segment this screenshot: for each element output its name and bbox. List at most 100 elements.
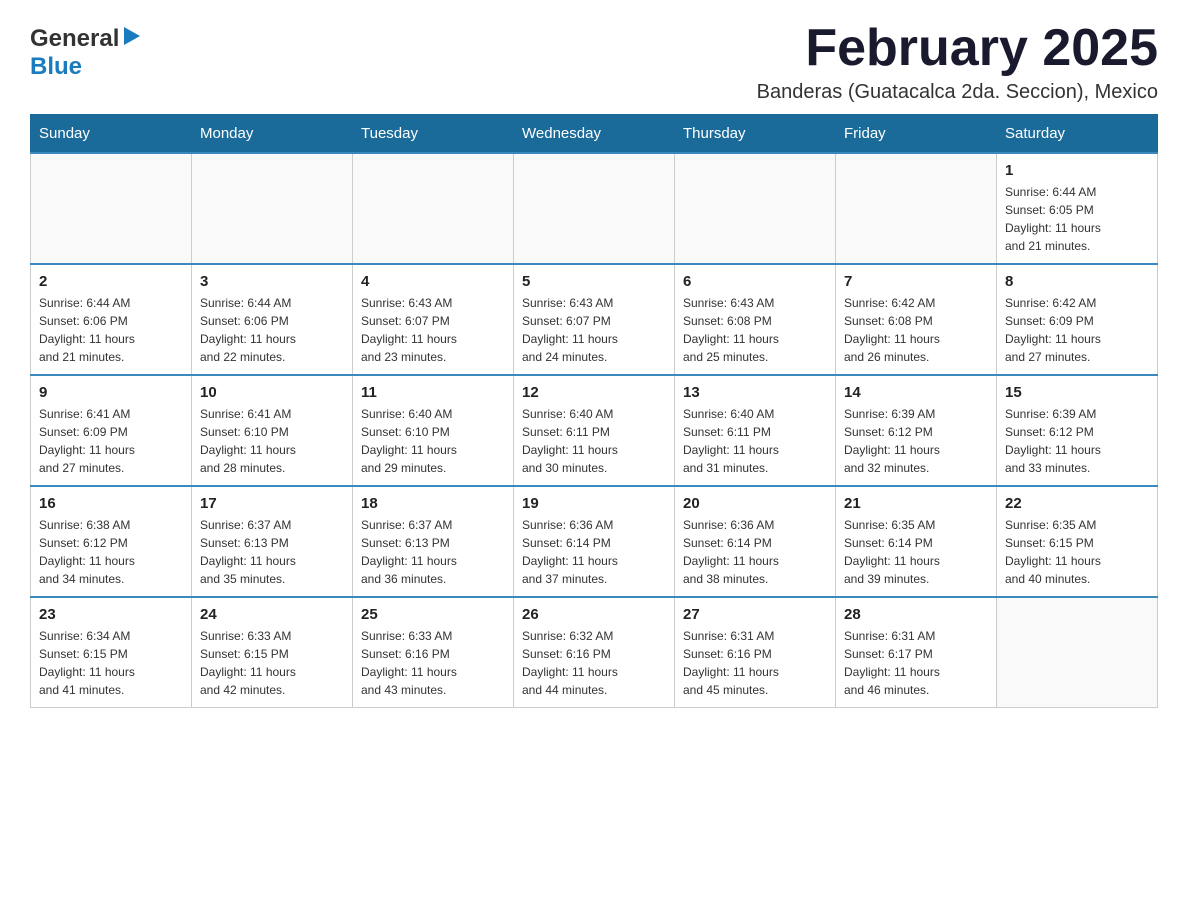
day-info: Sunrise: 6:32 AM Sunset: 6:16 PM Dayligh… xyxy=(522,627,666,699)
calendar: SundayMondayTuesdayWednesdayThursdayFrid… xyxy=(30,114,1158,708)
day-number: 10 xyxy=(200,384,344,401)
day-info: Sunrise: 6:33 AM Sunset: 6:16 PM Dayligh… xyxy=(361,627,505,699)
calendar-cell: 4 Sunrise: 6:43 AM Sunset: 6:07 PM Daylig… xyxy=(353,264,514,375)
day-number: 25 xyxy=(361,606,505,623)
day-number: 20 xyxy=(683,495,827,512)
calendar-cell: 9 Sunrise: 6:41 AM Sunset: 6:09 PM Daylig… xyxy=(31,375,192,486)
header: General Blue February 2025 Banderas (Gua… xyxy=(30,20,1158,104)
calendar-cell: 11 Sunrise: 6:40 AM Sunset: 6:10 PM Dayli… xyxy=(353,375,514,486)
day-info: Sunrise: 6:33 AM Sunset: 6:15 PM Dayligh… xyxy=(200,627,344,699)
day-info: Sunrise: 6:42 AM Sunset: 6:08 PM Dayligh… xyxy=(844,294,988,366)
calendar-cell: 14 Sunrise: 6:39 AM Sunset: 6:12 PM Dayli… xyxy=(836,375,997,486)
logo-general-text: General xyxy=(30,25,119,53)
calendar-cell xyxy=(31,153,192,264)
day-info: Sunrise: 6:37 AM Sunset: 6:13 PM Dayligh… xyxy=(200,516,344,588)
day-info: Sunrise: 6:43 AM Sunset: 6:07 PM Dayligh… xyxy=(522,294,666,366)
calendar-week-5: 23 Sunrise: 6:34 AM Sunset: 6:15 PM Dayli… xyxy=(31,597,1158,708)
logo-arrow-icon xyxy=(122,27,140,50)
day-info: Sunrise: 6:44 AM Sunset: 6:06 PM Dayligh… xyxy=(39,294,183,366)
calendar-cell xyxy=(353,153,514,264)
day-number: 14 xyxy=(844,384,988,401)
day-info: Sunrise: 6:35 AM Sunset: 6:15 PM Dayligh… xyxy=(1005,516,1149,588)
calendar-cell xyxy=(997,597,1158,708)
day-info: Sunrise: 6:41 AM Sunset: 6:09 PM Dayligh… xyxy=(39,405,183,477)
day-number: 27 xyxy=(683,606,827,623)
day-info: Sunrise: 6:44 AM Sunset: 6:06 PM Dayligh… xyxy=(200,294,344,366)
calendar-cell: 22 Sunrise: 6:35 AM Sunset: 6:15 PM Dayli… xyxy=(997,486,1158,597)
day-info: Sunrise: 6:40 AM Sunset: 6:10 PM Dayligh… xyxy=(361,405,505,477)
day-info: Sunrise: 6:39 AM Sunset: 6:12 PM Dayligh… xyxy=(844,405,988,477)
col-header-saturday: Saturday xyxy=(997,115,1158,154)
calendar-cell: 19Sunrise: 6:36 AM Sunset: 6:14 PM Dayli… xyxy=(514,486,675,597)
day-number: 5 xyxy=(522,273,666,290)
day-number: 23 xyxy=(39,606,183,623)
day-number: 16 xyxy=(39,495,183,512)
day-number: 7 xyxy=(844,273,988,290)
day-info: Sunrise: 6:31 AM Sunset: 6:17 PM Dayligh… xyxy=(844,627,988,699)
calendar-cell: 2 Sunrise: 6:44 AM Sunset: 6:06 PM Daylig… xyxy=(31,264,192,375)
calendar-cell: 12 Sunrise: 6:40 AM Sunset: 6:11 PM Dayli… xyxy=(514,375,675,486)
col-header-sunday: Sunday xyxy=(31,115,192,154)
calendar-cell: 18 Sunrise: 6:37 AM Sunset: 6:13 PM Dayli… xyxy=(353,486,514,597)
calendar-cell: 27 Sunrise: 6:31 AM Sunset: 6:16 PM Dayli… xyxy=(675,597,836,708)
calendar-cell: 13 Sunrise: 6:40 AM Sunset: 6:11 PM Dayli… xyxy=(675,375,836,486)
logo-blue-text: Blue xyxy=(30,53,82,80)
day-number: 2 xyxy=(39,273,183,290)
day-number: 12 xyxy=(522,384,666,401)
calendar-cell: 21Sunrise: 6:35 AM Sunset: 6:14 PM Dayli… xyxy=(836,486,997,597)
day-number: 28 xyxy=(844,606,988,623)
day-info: Sunrise: 6:36 AM Sunset: 6:14 PM Dayligh… xyxy=(522,516,666,588)
day-info: Sunrise: 6:43 AM Sunset: 6:08 PM Dayligh… xyxy=(683,294,827,366)
day-info: Sunrise: 6:40 AM Sunset: 6:11 PM Dayligh… xyxy=(683,405,827,477)
day-info: Sunrise: 6:41 AM Sunset: 6:10 PM Dayligh… xyxy=(200,405,344,477)
calendar-cell: 23 Sunrise: 6:34 AM Sunset: 6:15 PM Dayli… xyxy=(31,597,192,708)
day-number: 4 xyxy=(361,273,505,290)
logo: General Blue xyxy=(30,20,140,81)
day-info: Sunrise: 6:37 AM Sunset: 6:13 PM Dayligh… xyxy=(361,516,505,588)
calendar-cell xyxy=(192,153,353,264)
day-info: Sunrise: 6:38 AM Sunset: 6:12 PM Dayligh… xyxy=(39,516,183,588)
col-header-tuesday: Tuesday xyxy=(353,115,514,154)
day-number: 18 xyxy=(361,495,505,512)
day-info: Sunrise: 6:40 AM Sunset: 6:11 PM Dayligh… xyxy=(522,405,666,477)
day-info: Sunrise: 6:43 AM Sunset: 6:07 PM Dayligh… xyxy=(361,294,505,366)
calendar-cell: 24 Sunrise: 6:33 AM Sunset: 6:15 PM Dayli… xyxy=(192,597,353,708)
day-number: 13 xyxy=(683,384,827,401)
calendar-cell xyxy=(514,153,675,264)
col-header-monday: Monday xyxy=(192,115,353,154)
calendar-week-1: 1Sunrise: 6:44 AM Sunset: 6:05 PM Daylig… xyxy=(31,153,1158,264)
day-info: Sunrise: 6:34 AM Sunset: 6:15 PM Dayligh… xyxy=(39,627,183,699)
calendar-cell: 17Sunrise: 6:37 AM Sunset: 6:13 PM Dayli… xyxy=(192,486,353,597)
calendar-cell: 8 Sunrise: 6:42 AM Sunset: 6:09 PM Daylig… xyxy=(997,264,1158,375)
col-header-thursday: Thursday xyxy=(675,115,836,154)
calendar-cell: 26 Sunrise: 6:32 AM Sunset: 6:16 PM Dayli… xyxy=(514,597,675,708)
calendar-header-row: SundayMondayTuesdayWednesdayThursdayFrid… xyxy=(31,115,1158,154)
calendar-cell: 16 Sunrise: 6:38 AM Sunset: 6:12 PM Dayli… xyxy=(31,486,192,597)
day-number: 11 xyxy=(361,384,505,401)
calendar-cell: 25 Sunrise: 6:33 AM Sunset: 6:16 PM Dayli… xyxy=(353,597,514,708)
day-info: Sunrise: 6:39 AM Sunset: 6:12 PM Dayligh… xyxy=(1005,405,1149,477)
day-info: Sunrise: 6:42 AM Sunset: 6:09 PM Dayligh… xyxy=(1005,294,1149,366)
calendar-week-4: 16 Sunrise: 6:38 AM Sunset: 6:12 PM Dayli… xyxy=(31,486,1158,597)
day-info: Sunrise: 6:31 AM Sunset: 6:16 PM Dayligh… xyxy=(683,627,827,699)
col-header-wednesday: Wednesday xyxy=(514,115,675,154)
day-number: 22 xyxy=(1005,495,1149,512)
day-number: 15 xyxy=(1005,384,1149,401)
location-title: Banderas (Guatacalca 2da. Seccion), Mexi… xyxy=(757,81,1158,104)
calendar-week-2: 2 Sunrise: 6:44 AM Sunset: 6:06 PM Daylig… xyxy=(31,264,1158,375)
calendar-cell: 28 Sunrise: 6:31 AM Sunset: 6:17 PM Dayli… xyxy=(836,597,997,708)
day-number: 24 xyxy=(200,606,344,623)
day-number: 1 xyxy=(1005,162,1149,179)
day-info: Sunrise: 6:35 AM Sunset: 6:14 PM Dayligh… xyxy=(844,516,988,588)
title-area: February 2025 Banderas (Guatacalca 2da. … xyxy=(757,20,1158,104)
day-number: 6 xyxy=(683,273,827,290)
calendar-cell: 15 Sunrise: 6:39 AM Sunset: 6:12 PM Dayli… xyxy=(997,375,1158,486)
day-info: Sunrise: 6:36 AM Sunset: 6:14 PM Dayligh… xyxy=(683,516,827,588)
calendar-cell xyxy=(675,153,836,264)
calendar-cell xyxy=(836,153,997,264)
day-number: 8 xyxy=(1005,273,1149,290)
day-number: 3 xyxy=(200,273,344,290)
day-number: 26 xyxy=(522,606,666,623)
day-number: 9 xyxy=(39,384,183,401)
calendar-cell: 1Sunrise: 6:44 AM Sunset: 6:05 PM Daylig… xyxy=(997,153,1158,264)
